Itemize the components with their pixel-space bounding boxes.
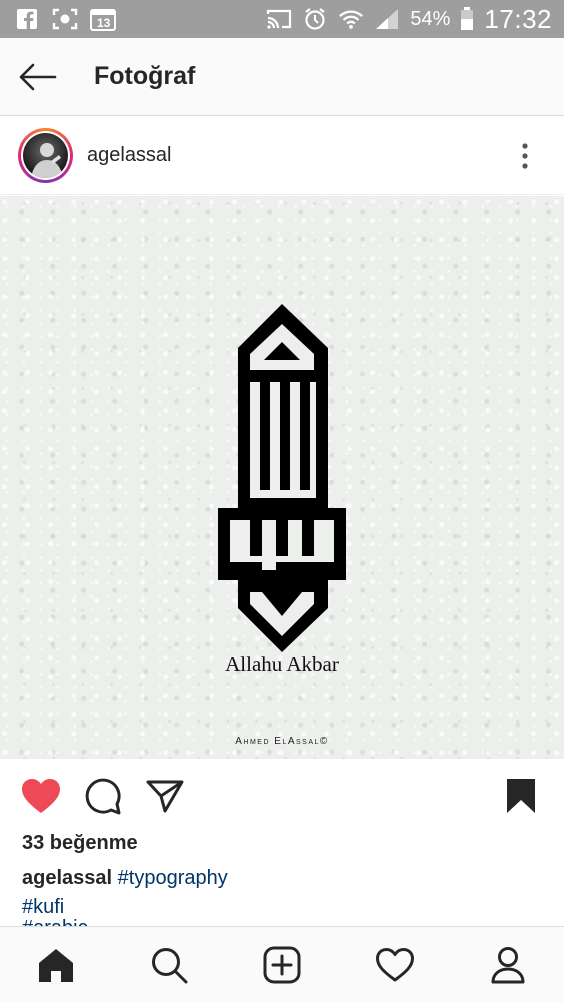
nav-profile[interactable] — [473, 930, 543, 1000]
battery-icon — [460, 7, 474, 31]
post-username[interactable]: agelassal — [87, 144, 172, 167]
hashtag-link[interactable]: #kufi — [22, 893, 542, 922]
artwork-caption: Allahu Akbar — [225, 652, 339, 676]
like-count[interactable]: 33 beğenme — [22, 832, 138, 855]
back-button[interactable] — [0, 38, 74, 116]
story-ring[interactable] — [18, 128, 73, 183]
clock: 17:32 — [484, 3, 552, 34]
facebook-icon — [14, 7, 40, 31]
bottom-navigation — [0, 926, 564, 1002]
nav-new-post[interactable] — [247, 930, 317, 1000]
hashtag-link[interactable]: #arabic — [22, 918, 88, 926]
save-bookmark-button[interactable] — [490, 765, 552, 827]
nav-activity[interactable] — [360, 930, 430, 1000]
post-actions — [0, 760, 564, 832]
post-header: agelassal — [0, 117, 564, 195]
heart-filled-icon — [22, 779, 60, 813]
send-paper-plane-icon — [146, 780, 184, 813]
alarm-icon — [302, 7, 328, 31]
caption-username[interactable]: agelassal — [22, 867, 112, 889]
page-title: Fotoğraf — [94, 62, 196, 90]
comment-button[interactable] — [72, 765, 134, 827]
cast-icon — [266, 7, 292, 31]
hashtag-link[interactable]: #typography — [118, 867, 228, 889]
screenshot-icon — [52, 7, 78, 31]
bookmark-filled-icon — [507, 779, 535, 813]
status-bar: 13 54% 17:32 — [0, 0, 564, 38]
activity-heart-icon — [375, 947, 414, 981]
app-bar: Fotoğraf — [0, 38, 564, 116]
wifi-icon — [338, 7, 364, 31]
artist-signature: Ahmed ElAssal© — [235, 736, 329, 747]
post-photo[interactable]: Allahu Akbar Ahmed ElAssal© — [0, 196, 564, 759]
avatar[interactable] — [21, 131, 70, 180]
calendar-day: 13 — [97, 16, 111, 30]
kufi-calligraphy-artwork — [218, 304, 346, 652]
home-icon — [39, 948, 74, 982]
profile-icon — [491, 946, 525, 983]
nav-home[interactable] — [21, 930, 91, 1000]
search-icon — [152, 947, 188, 983]
more-vertical-icon — [522, 142, 528, 169]
like-button[interactable] — [10, 765, 72, 827]
comment-bubble-icon — [85, 778, 121, 815]
nav-search[interactable] — [134, 930, 204, 1000]
share-button[interactable] — [134, 765, 196, 827]
battery-percent: 54% — [410, 7, 451, 30]
add-post-icon — [263, 946, 301, 983]
avatar-photo — [23, 133, 68, 178]
post-caption: agelassal #typography #kufi — [22, 864, 542, 922]
back-arrow-icon — [19, 63, 57, 90]
more-options-button[interactable] — [500, 126, 550, 186]
signal-icon — [374, 7, 400, 31]
calendar-icon: 13 — [90, 7, 116, 31]
